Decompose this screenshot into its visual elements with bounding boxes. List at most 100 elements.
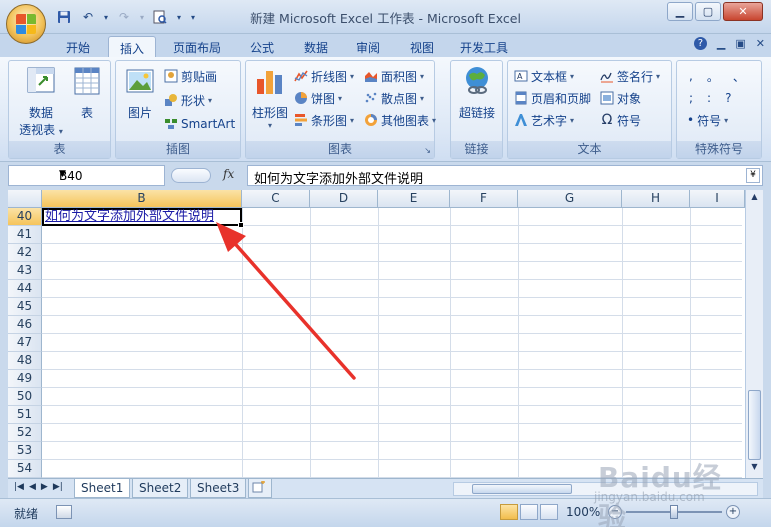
row-header-49[interactable]: 49	[8, 370, 42, 388]
next-sheet-icon[interactable]: ▶	[41, 482, 48, 492]
column-header-e[interactable]: E	[378, 190, 450, 208]
office-button[interactable]	[6, 4, 46, 44]
worksheet-grid[interactable]: B C D E F G H I 40 41 42 43 44 45 46 47 48 49 50 51…	[8, 190, 763, 478]
cell-b40[interactable]: 如何为文字添加外部文件说明	[42, 208, 242, 226]
special-symbol-button[interactable]: • 符号 ▾	[687, 111, 728, 129]
fill-handle[interactable]	[238, 222, 244, 228]
wordart-button[interactable]: 艺术字 ▾	[514, 111, 574, 129]
zoom-slider-knob[interactable]	[670, 505, 678, 519]
line-chart-button[interactable]: 折线图 ▾	[294, 67, 354, 85]
column-header-d[interactable]: D	[310, 190, 378, 208]
row-header-41[interactable]: 41	[8, 226, 42, 244]
bar-chart-button[interactable]: 条形图 ▾	[294, 111, 354, 129]
zoom-in-button[interactable]: +	[726, 505, 740, 519]
horizontal-scroll-thumb[interactable]	[472, 484, 572, 494]
ribbon-minimize-icon[interactable]: ▁	[717, 37, 725, 50]
ribbon-restore-icon[interactable]: ▣	[735, 37, 745, 50]
vertical-scroll-thumb[interactable]	[748, 390, 761, 460]
normal-view-button[interactable]	[500, 504, 518, 520]
page-break-view-button[interactable]	[540, 504, 558, 520]
textbox-button[interactable]: A 文本框 ▾	[514, 67, 574, 85]
row-header-43[interactable]: 43	[8, 262, 42, 280]
row-header-54[interactable]: 54	[8, 460, 42, 478]
scroll-up-icon[interactable]: ▲	[748, 192, 761, 206]
minimize-button[interactable]: ▁	[667, 2, 693, 21]
pie-chart-button[interactable]: 饼图 ▾	[294, 89, 342, 107]
row-header-46[interactable]: 46	[8, 316, 42, 334]
tab-formulas[interactable]: 公式	[240, 36, 284, 58]
expand-formula-bar-icon[interactable]: ¥	[746, 168, 760, 183]
vertical-scrollbar[interactable]: ▲ ▼	[745, 190, 763, 478]
tab-page-layout[interactable]: 页面布局	[166, 36, 228, 58]
smartart-button[interactable]: SmartArt	[164, 115, 235, 133]
scatter-chart-button[interactable]: 散点图 ▾	[364, 89, 424, 107]
column-header-c[interactable]: C	[242, 190, 310, 208]
colon-symbol[interactable]: :	[707, 91, 711, 105]
row-header-52[interactable]: 52	[8, 424, 42, 442]
record-macro-icon[interactable]	[56, 505, 72, 519]
maximize-button[interactable]: ▢	[695, 2, 721, 21]
page-layout-view-button[interactable]	[520, 504, 538, 520]
tab-developer[interactable]: 开发工具	[452, 36, 516, 58]
row-header-48[interactable]: 48	[8, 352, 42, 370]
name-box[interactable]: B40 ▼	[8, 165, 165, 186]
sheet-tab-1[interactable]: Sheet1	[74, 479, 131, 498]
row-header-45[interactable]: 45	[8, 298, 42, 316]
help-icon[interactable]: ?	[693, 37, 707, 50]
insert-function-icon[interactable]: fx	[223, 167, 234, 181]
row-header-51[interactable]: 51	[8, 406, 42, 424]
row-header-47[interactable]: 47	[8, 334, 42, 352]
last-sheet-icon[interactable]: ▶|	[53, 482, 63, 492]
dialog-launcher-icon[interactable]: ↘	[424, 146, 431, 155]
chevron-down-icon[interactable]: ▼	[59, 169, 160, 179]
tab-review[interactable]: 审阅	[346, 36, 390, 58]
tab-data[interactable]: 数据	[294, 36, 338, 58]
picture-button[interactable]: 图片	[120, 65, 160, 121]
hyperlink-label: 超链接	[458, 106, 495, 120]
row-header-53[interactable]: 53	[8, 442, 42, 460]
formula-splitter-handle[interactable]	[171, 168, 211, 183]
row-header-44[interactable]: 44	[8, 280, 42, 298]
formula-input[interactable]: 如何为文字添加外部文件说明 ¥	[247, 165, 763, 187]
row-header-42[interactable]: 42	[8, 244, 42, 262]
tab-insert[interactable]: 插入	[108, 36, 156, 58]
column-header-h[interactable]: H	[622, 190, 690, 208]
area-chart-button[interactable]: 面积图 ▾	[364, 67, 424, 85]
row-header-40[interactable]: 40	[8, 208, 42, 226]
column-header-b[interactable]: B	[42, 190, 242, 208]
question-symbol[interactable]: ?	[725, 91, 731, 105]
first-sheet-icon[interactable]: |◀	[14, 482, 24, 492]
tab-home[interactable]: 开始	[56, 36, 100, 58]
row-header-50[interactable]: 50	[8, 388, 42, 406]
header-footer-button[interactable]: 页眉和页脚	[514, 89, 591, 107]
enum-comma-symbol[interactable]: 、	[733, 68, 745, 85]
shapes-button[interactable]: 形状 ▾	[164, 91, 212, 109]
scroll-down-icon[interactable]: ▼	[748, 462, 761, 476]
sheet-tab-3[interactable]: Sheet3	[190, 479, 247, 498]
period-symbol[interactable]: 。	[707, 68, 719, 85]
column-chart-button[interactable]: 柱形图 ▾	[248, 65, 292, 130]
select-all-corner[interactable]	[8, 190, 42, 208]
column-header-g[interactable]: G	[518, 190, 622, 208]
object-button[interactable]: 对象	[600, 89, 641, 107]
sheet-tab-2[interactable]: Sheet2	[132, 479, 189, 498]
column-header-i[interactable]: I	[690, 190, 745, 208]
signature-line-button[interactable]: 签名行 ▾	[600, 67, 660, 85]
insert-sheet-button[interactable]	[248, 479, 272, 498]
tab-view[interactable]: 视图	[400, 36, 444, 58]
table-button[interactable]: 表	[67, 65, 107, 121]
semicolon-symbol[interactable]: ;	[689, 91, 693, 105]
other-charts-button[interactable]: 其他图表 ▾	[364, 111, 436, 129]
close-button[interactable]: ✕	[723, 2, 763, 21]
comma-symbol[interactable]: ,	[689, 69, 693, 83]
column-header-f[interactable]: F	[450, 190, 518, 208]
zoom-level[interactable]: 100%	[566, 505, 600, 519]
prev-sheet-icon[interactable]: ◀	[29, 482, 36, 492]
zoom-out-button[interactable]: −	[608, 505, 622, 519]
pivot-table-button[interactable]: 数据 透视表 ▾	[13, 65, 69, 138]
ribbon-close-icon[interactable]: ✕	[756, 37, 765, 50]
hyperlink-button[interactable]: 超链接	[455, 65, 499, 121]
horizontal-scrollbar[interactable]	[453, 482, 758, 496]
symbol-button[interactable]: Ω 符号	[600, 111, 641, 129]
clipart-button[interactable]: 剪贴画	[164, 67, 217, 85]
